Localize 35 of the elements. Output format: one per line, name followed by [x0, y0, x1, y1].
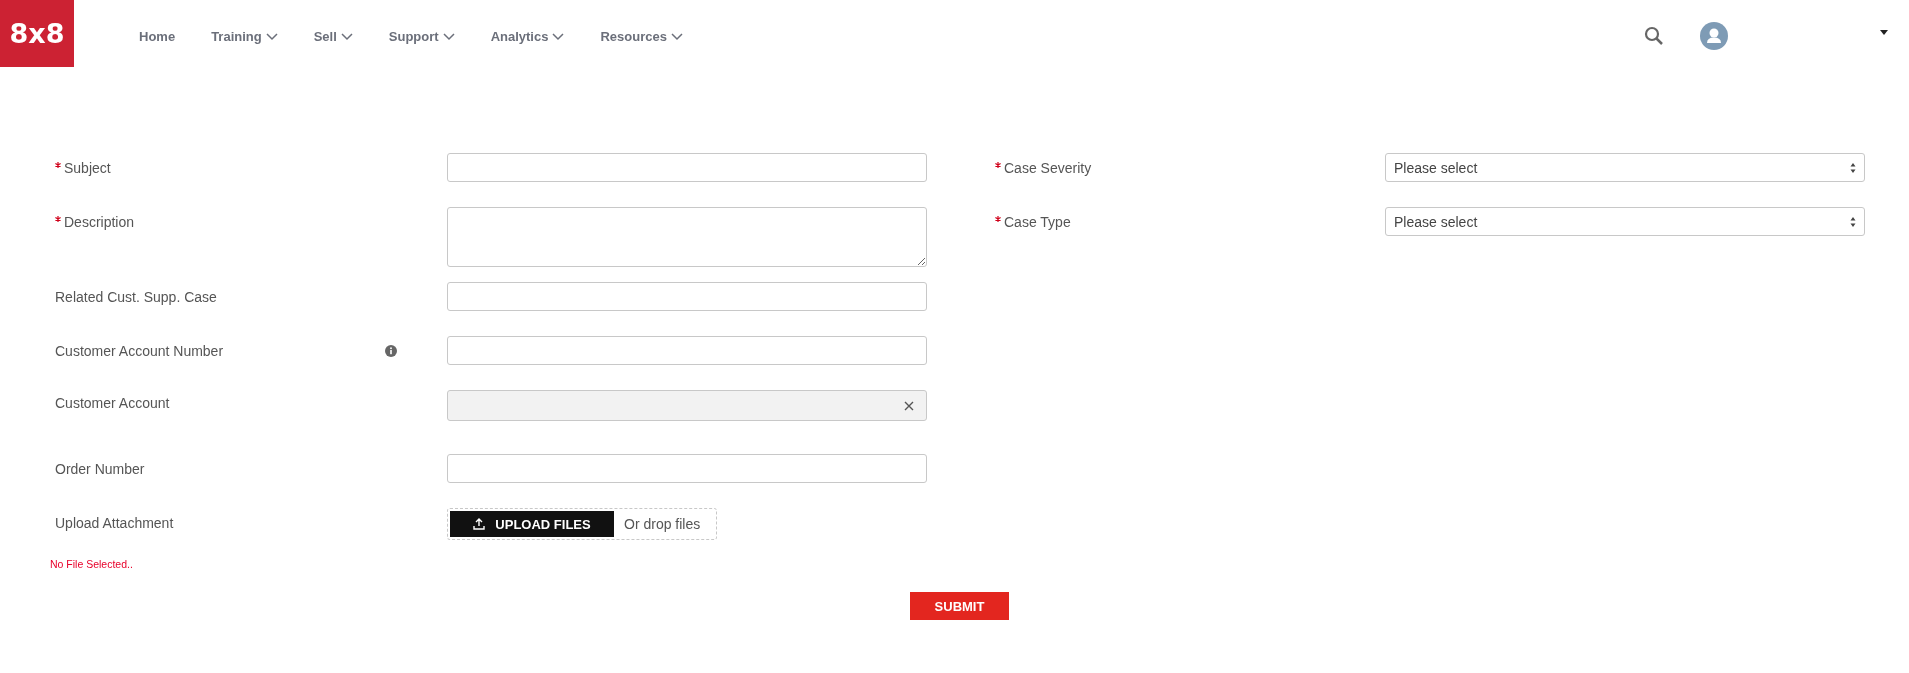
nav-link[interactable]: Support	[388, 29, 455, 44]
upload-button[interactable]: UPLOAD FILES	[450, 511, 614, 537]
field-label: Case Type	[1004, 213, 1071, 230]
select-field[interactable]: Please select	[1385, 153, 1865, 182]
text-field[interactable]	[447, 454, 927, 483]
field-label: Case Severity	[1004, 159, 1092, 176]
field-label: Upload Attachment	[55, 514, 174, 531]
text-field[interactable]	[447, 282, 927, 311]
field-label: Related Cust. Supp. Case	[55, 288, 217, 305]
text-field[interactable]	[447, 153, 927, 182]
text-area[interactable]	[447, 207, 927, 267]
field-label: Order Number	[55, 460, 145, 477]
field-label: Customer Account	[55, 395, 170, 411]
nav-link[interactable]: Home	[139, 29, 176, 44]
drop-hint: Or drop files	[624, 516, 701, 532]
field-label: Customer Account Number	[55, 342, 224, 359]
info-icon[interactable]	[385, 344, 397, 357]
nav-link[interactable]: Training	[211, 29, 278, 44]
field-label: Subject	[64, 159, 111, 176]
search-icon[interactable]	[1644, 25, 1664, 46]
sort-arrows-icon	[1850, 161, 1856, 174]
nav-link[interactable]: Resources	[600, 29, 683, 44]
drop-zone[interactable]: UPLOAD FILES Or drop files	[447, 508, 717, 540]
caret-icon[interactable]	[1880, 30, 1888, 35]
text-field[interactable]	[447, 336, 927, 365]
sort-arrows-icon	[1850, 215, 1856, 228]
nav-link[interactable]: Analytics	[490, 29, 565, 44]
submit-button[interactable]: SUBMIT	[910, 592, 1009, 620]
logo[interactable]: 8x8	[0, 0, 74, 67]
nav-link[interactable]: Sell	[313, 29, 353, 44]
avatar-icon[interactable]	[1700, 21, 1728, 50]
error-message: No File Selected..	[50, 558, 134, 570]
select-field[interactable]: Please select	[1385, 207, 1865, 236]
field-label: Description	[64, 213, 135, 230]
upload-icon	[473, 518, 486, 530]
